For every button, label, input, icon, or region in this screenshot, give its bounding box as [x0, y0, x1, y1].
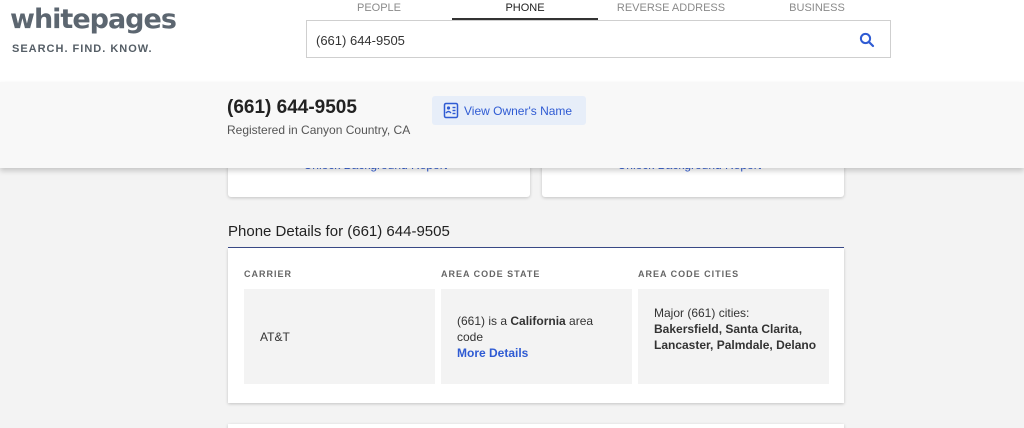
view-owner-name-button[interactable]: View Owner's Name	[432, 96, 586, 125]
phone-number-title: (661) 644-9505	[227, 97, 357, 118]
phone-details-card: CARRIER AREA CODE STATE AREA CODE CITIES…	[228, 248, 844, 403]
state-prefix: (661) is a	[457, 314, 511, 328]
view-owner-name-label: View Owner's Name	[464, 104, 573, 118]
contact-card-icon	[443, 102, 459, 124]
area-code-cities-cell: Major (661) cities: Bakersfield, Santa Cl…	[638, 289, 829, 384]
more-details-link[interactable]: More Details	[457, 346, 528, 360]
area-code-state-header: AREA CODE STATE	[441, 269, 541, 279]
next-section-card	[228, 424, 844, 428]
tab-phone[interactable]: PHONE	[452, 0, 598, 20]
cities-list: Bakersfield, Santa Clarita, Lancaster, P…	[654, 322, 817, 352]
area-code-state-cell: (661) is a California area code More Deta…	[441, 289, 632, 384]
area-code-cities-text: Major (661) cities: Bakersfield, Santa Cl…	[654, 305, 824, 353]
registered-location: Registered in Canyon Country, CA	[227, 123, 411, 137]
search-box	[306, 20, 891, 58]
area-code-cities-header: AREA CODE CITIES	[638, 269, 740, 279]
search-icon[interactable]	[858, 31, 876, 49]
area-code-state-text: (661) is a California area code More Deta…	[457, 313, 622, 361]
carrier-value: AT&T	[260, 330, 290, 344]
logo-wordmark: whitepages	[10, 4, 177, 35]
state-name: California	[510, 314, 566, 328]
logo-tagline: SEARCH. FIND. KNOW.	[12, 43, 153, 55]
phone-details-title: Phone Details for (661) 644-9505	[228, 223, 450, 240]
cities-intro: Major (661) cities:	[654, 306, 750, 320]
search-input[interactable]	[316, 30, 836, 50]
sticky-phone-bar: (661) 644-9505 Registered in Canyon Coun…	[0, 82, 1024, 168]
carrier-cell: AT&T	[244, 289, 435, 384]
site-header: whitepages SEARCH. FIND. KNOW. PEOPLE PH…	[0, 0, 1024, 82]
tab-reverse-address[interactable]: REVERSE ADDRESS	[598, 0, 744, 20]
whitepages-logo[interactable]: whitepages SEARCH. FIND. KNOW.	[10, 4, 177, 55]
carrier-header: CARRIER	[244, 269, 293, 279]
tab-people[interactable]: PEOPLE	[306, 0, 452, 20]
tab-business[interactable]: BUSINESS	[744, 0, 890, 20]
